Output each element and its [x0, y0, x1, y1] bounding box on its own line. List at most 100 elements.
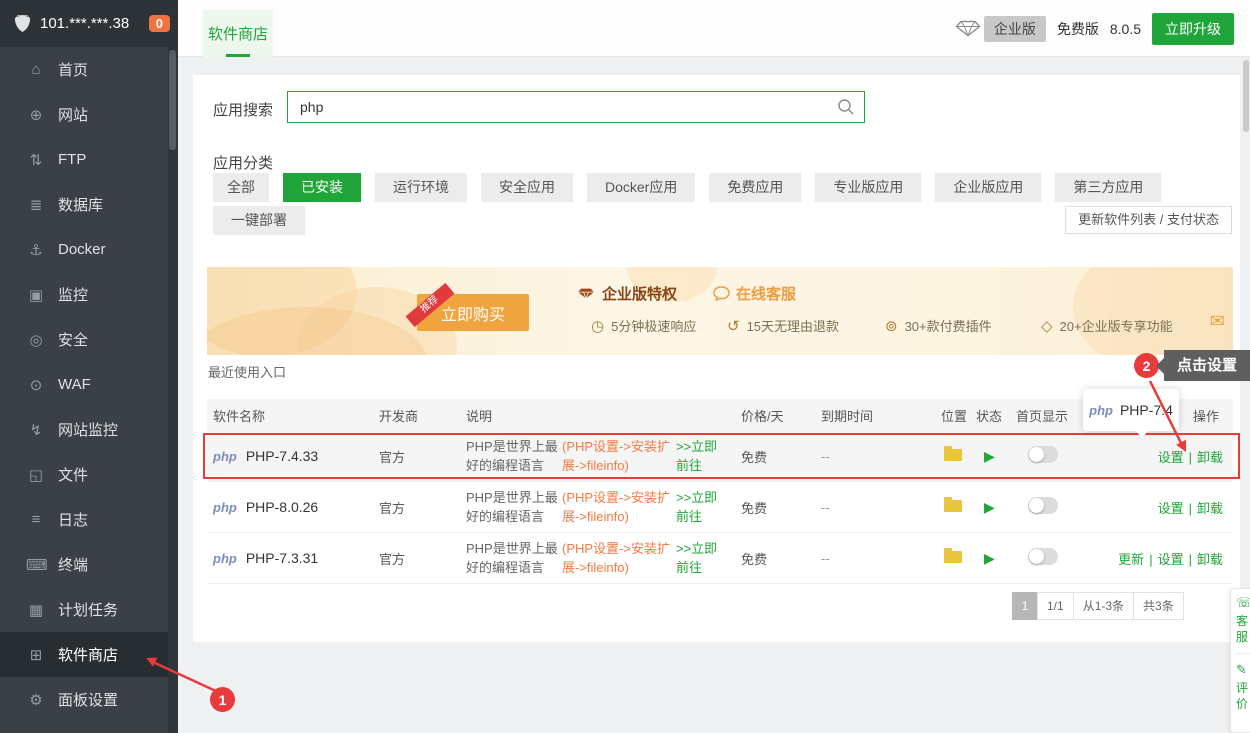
sidebar-item-logs[interactable]: ≡日志: [0, 497, 168, 542]
app-name: PHP-8.0.26: [246, 499, 318, 515]
category-enterprise-apps[interactable]: 企业版应用: [935, 173, 1041, 202]
running-status-icon[interactable]: ▶: [976, 448, 995, 464]
col-developer: 开发商: [373, 406, 460, 425]
upgrade-button[interactable]: 立即升级: [1152, 13, 1234, 45]
category-label: 应用分类: [213, 152, 273, 173]
pagination: 1 1/1 从1-3条 共3条: [1013, 592, 1184, 620]
category-installed[interactable]: 已安装: [283, 173, 361, 202]
database-icon: ≣: [26, 196, 46, 214]
gem-outline-icon: ◇: [1041, 317, 1053, 335]
sidebar-item-security[interactable]: ◎安全: [0, 317, 168, 362]
page-scrollbar-thumb[interactable]: [1243, 60, 1249, 132]
gear-icon: ⚙: [26, 691, 46, 709]
category-all[interactable]: 全部: [213, 173, 269, 202]
folder-icon[interactable]: [944, 449, 962, 461]
sidebar-item-monitor[interactable]: ▣监控: [0, 272, 168, 317]
category-thirdparty-apps[interactable]: 第三方应用: [1055, 173, 1161, 202]
category-security-apps[interactable]: 安全应用: [481, 173, 573, 202]
app-name: PHP-7.3.31: [246, 550, 318, 566]
category-tabs: 全部 已安装 运行环境 安全应用 Docker应用 免费应用 专业版应用 企业版…: [213, 173, 1213, 239]
php-logo: php: [213, 551, 237, 566]
col-home-display: 首页显示: [1010, 406, 1090, 425]
sidebar-item-docker[interactable]: ⚓Docker: [0, 227, 168, 272]
go-now-link[interactable]: >>立即前往: [676, 488, 720, 526]
running-status-icon[interactable]: ▶: [976, 550, 995, 566]
widget-divider: [1236, 653, 1250, 654]
sidebar-item-database[interactable]: ≣数据库: [0, 182, 168, 227]
sidebar-item-terminal[interactable]: ⌨终端: [0, 542, 168, 587]
expire-time: --: [815, 449, 935, 464]
feature-exclusive-functions: ◇20+企业版专享功能: [1041, 316, 1173, 335]
home-icon: ⌂: [26, 61, 46, 78]
category-free-apps[interactable]: 免费应用: [709, 173, 801, 202]
page-info: 1/1: [1037, 592, 1074, 620]
settings-link[interactable]: 设置: [1158, 501, 1184, 516]
developer: 官方: [373, 549, 460, 568]
mail-icon[interactable]: ✉: [1210, 311, 1225, 332]
col-status: 状态: [970, 406, 1010, 425]
page-1-button[interactable]: 1: [1012, 592, 1038, 620]
table-header: 软件名称 开发商 说明 价格/天 到期时间 位置 状态 首页显示 操作: [207, 399, 1233, 431]
online-service-link[interactable]: 在线客服: [713, 283, 796, 304]
edition-badge[interactable]: 企业版: [984, 16, 1046, 42]
sidebar-header: 101.***.***.38 0: [0, 0, 178, 47]
support-widget[interactable]: ☏ 客服 ✎ 评价: [1230, 588, 1250, 733]
price: 免费: [735, 447, 815, 466]
category-one-click-deploy[interactable]: 一键部署: [213, 206, 305, 235]
tab-active-underline: [226, 54, 250, 57]
feature-paid-plugins: ⊚30+款付费插件: [885, 316, 992, 335]
annotation-step-1: 1: [210, 687, 235, 712]
diamond-icon: [955, 20, 981, 37]
sidebar-item-waf[interactable]: ⊙WAF: [0, 362, 168, 407]
settings-link[interactable]: 设置: [1158, 450, 1184, 465]
enterprise-banner: 立即购买 推荐 企业版特权 在线客服 ◷5分钟极速响应 ↺15天无理由退款 ⊚3…: [207, 267, 1233, 355]
sidebar-item-files[interactable]: ◱文件: [0, 452, 168, 497]
sidebar-item-cron[interactable]: ▦计划任务: [0, 587, 168, 632]
update-link[interactable]: 更新: [1118, 552, 1144, 567]
table-row-php-7433: phpPHP-7.4.33 官方 PHP是世界上最好的编程语言 (PHP设置->…: [207, 431, 1233, 482]
running-status-icon[interactable]: ▶: [976, 499, 995, 515]
pencil-icon: ✎: [1236, 662, 1247, 678]
folder-outline-icon: ◱: [26, 466, 46, 484]
sidebar-item-ftp[interactable]: ⇅FTP: [0, 137, 168, 182]
sidebar-item-site-monitor[interactable]: ↯网站监控: [0, 407, 168, 452]
refund-icon: ↺: [727, 317, 740, 335]
row-operations: 更新|设置|卸载: [1090, 549, 1233, 568]
folder-icon[interactable]: [944, 500, 962, 512]
buy-now-button[interactable]: 立即购买 推荐: [417, 294, 529, 331]
tab-app-store[interactable]: 软件商店: [203, 10, 273, 57]
topbar: 软件商店 企业版 免费版 8.0.5 立即升级: [178, 0, 1250, 57]
col-location: 位置: [935, 406, 970, 425]
go-now-link[interactable]: >>立即前往: [676, 539, 720, 577]
home-display-toggle[interactable]: [1028, 497, 1058, 514]
sidebar-item-panel-settings[interactable]: ⚙面板设置: [0, 677, 168, 722]
category-runtime[interactable]: 运行环境: [375, 173, 467, 202]
uninstall-link[interactable]: 卸载: [1197, 552, 1223, 567]
search-input[interactable]: [287, 91, 865, 123]
grid-icon: ⊞: [26, 646, 46, 664]
notice-badge[interactable]: 0: [149, 15, 170, 32]
category-docker-apps[interactable]: Docker应用: [587, 173, 695, 202]
settings-link[interactable]: 设置: [1158, 552, 1184, 567]
enterprise-privilege-title: 企业版特权: [577, 283, 677, 304]
home-display-toggle[interactable]: [1028, 446, 1058, 463]
docker-icon: ⚓: [26, 241, 46, 259]
expire-time: --: [815, 551, 935, 566]
search-label: 应用搜索: [213, 99, 273, 120]
terminal-icon: ⌨: [26, 556, 46, 574]
sidebar-scrollbar-thumb[interactable]: [169, 50, 176, 150]
page-range-info: 从1-3条: [1073, 592, 1134, 620]
folder-icon[interactable]: [944, 551, 962, 563]
sidebar-item-home[interactable]: ⌂首页: [0, 47, 168, 92]
search-icon[interactable]: [837, 98, 855, 116]
sidebar-item-website[interactable]: ⊕网站: [0, 92, 168, 137]
category-pro-apps[interactable]: 专业版应用: [815, 173, 921, 202]
home-display-toggle[interactable]: [1028, 548, 1058, 565]
sidebar-item-app-store[interactable]: ⊞软件商店: [0, 632, 178, 677]
go-now-link[interactable]: >>立即前往: [676, 437, 720, 475]
uninstall-link[interactable]: 卸载: [1197, 501, 1223, 516]
uninstall-link[interactable]: 卸载: [1197, 450, 1223, 465]
update-software-list-button[interactable]: 更新软件列表 / 支付状态: [1065, 206, 1232, 234]
shield-check-icon: ◎: [26, 331, 46, 349]
clock-icon: ◷: [591, 317, 604, 335]
